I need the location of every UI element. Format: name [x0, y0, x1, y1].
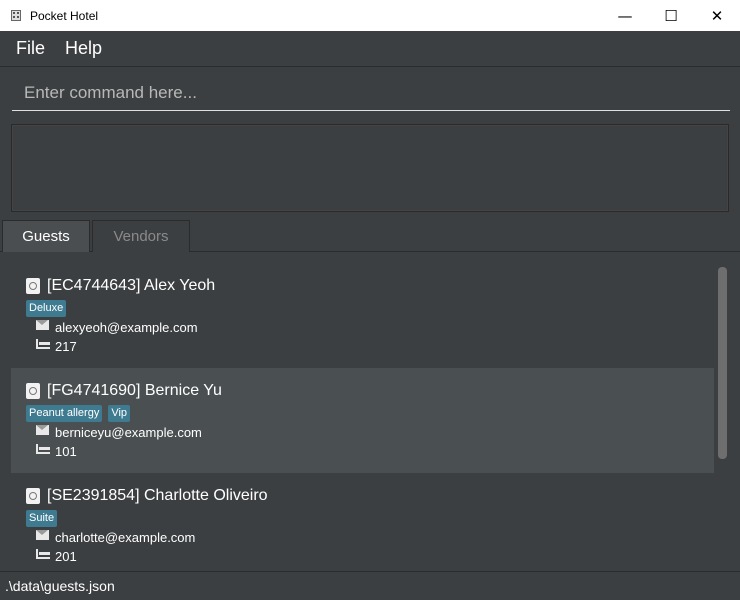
guest-email: alexyeoh@example.com: [55, 320, 198, 335]
menu-help[interactable]: Help: [55, 38, 112, 59]
guest-title-row: [SE2391854] Charlotte Oliveiro: [26, 487, 268, 505]
mail-icon: [36, 424, 49, 435]
mail-icon: [36, 319, 49, 330]
guest-email: charlotte@example.com: [55, 530, 196, 545]
bed-icon: [36, 443, 50, 454]
guest-title: [FG4741690] Bernice Yu: [47, 382, 222, 399]
hotel-icon: [10, 9, 22, 22]
tab-vendors[interactable]: Vendors: [92, 220, 190, 252]
command-input[interactable]: [12, 75, 730, 111]
guest-tag: Deluxe: [26, 300, 67, 317]
result-display: [11, 124, 729, 212]
guest-room-row: 101: [36, 443, 77, 459]
bed-icon: [36, 338, 50, 349]
guest-email-row: berniceyu@example.com: [36, 424, 202, 440]
guest-room-row: 217: [36, 338, 77, 354]
close-button[interactable]: ✕: [694, 0, 740, 31]
guest-room: 101: [55, 444, 77, 459]
menu-bar: File Help: [0, 31, 740, 67]
guest-card[interactable]: [EC4744643] Alex Yeoh Deluxe alexyeoh@ex…: [11, 263, 714, 368]
guest-card[interactable]: [FG4741690] Bernice Yu Peanut allergy Vi…: [11, 368, 714, 473]
mail-icon: [36, 529, 49, 540]
menu-file[interactable]: File: [6, 38, 55, 59]
guest-room-row: 201: [36, 548, 77, 564]
guest-room: 201: [55, 549, 77, 564]
status-bar: .\data\guests.json: [0, 571, 740, 600]
guest-email-row: alexyeoh@example.com: [36, 319, 198, 335]
minimize-button[interactable]: —: [602, 0, 648, 31]
guest-email-row: charlotte@example.com: [36, 529, 196, 545]
guest-tag: Peanut allergy: [26, 405, 103, 422]
guest-tag: Vip: [108, 405, 131, 422]
window-title: Pocket Hotel: [30, 8, 99, 23]
guest-room: 217: [55, 339, 77, 354]
guest-title-row: [FG4741690] Bernice Yu: [26, 382, 222, 400]
command-area: [0, 67, 740, 119]
guest-tags: Deluxe: [26, 300, 67, 317]
maximize-button[interactable]: ☐: [648, 0, 694, 31]
guest-title: [EC4744643] Alex Yeoh: [47, 277, 216, 294]
passport-icon: [26, 488, 40, 504]
guest-email: berniceyu@example.com: [55, 425, 202, 440]
tab-guests[interactable]: Guests: [2, 220, 90, 252]
guest-tag: Suite: [26, 510, 58, 527]
guest-tags: Suite: [26, 510, 58, 527]
title-bar: Pocket Hotel — ☐ ✕: [0, 0, 740, 31]
tab-bar: Guests Vendors: [0, 219, 740, 252]
scrollbar-thumb[interactable]: [718, 267, 727, 459]
guest-title: [SE2391854] Charlotte Oliveiro: [47, 487, 268, 504]
passport-icon: [26, 278, 40, 294]
passport-icon: [26, 383, 40, 399]
data-file-path: .\data\guests.json: [5, 578, 115, 594]
guest-list[interactable]: [EC4744643] Alex Yeoh Deluxe alexyeoh@ex…: [11, 263, 714, 571]
bed-icon: [36, 548, 50, 559]
guest-tags: Peanut allergy Vip: [26, 405, 131, 422]
guest-card[interactable]: [SE2391854] Charlotte Oliveiro Suite cha…: [11, 473, 714, 571]
window-controls: — ☐ ✕: [602, 0, 740, 31]
guest-list-panel: [EC4744643] Alex Yeoh Deluxe alexyeoh@ex…: [0, 253, 740, 571]
guest-title-row: [EC4744643] Alex Yeoh: [26, 277, 215, 295]
